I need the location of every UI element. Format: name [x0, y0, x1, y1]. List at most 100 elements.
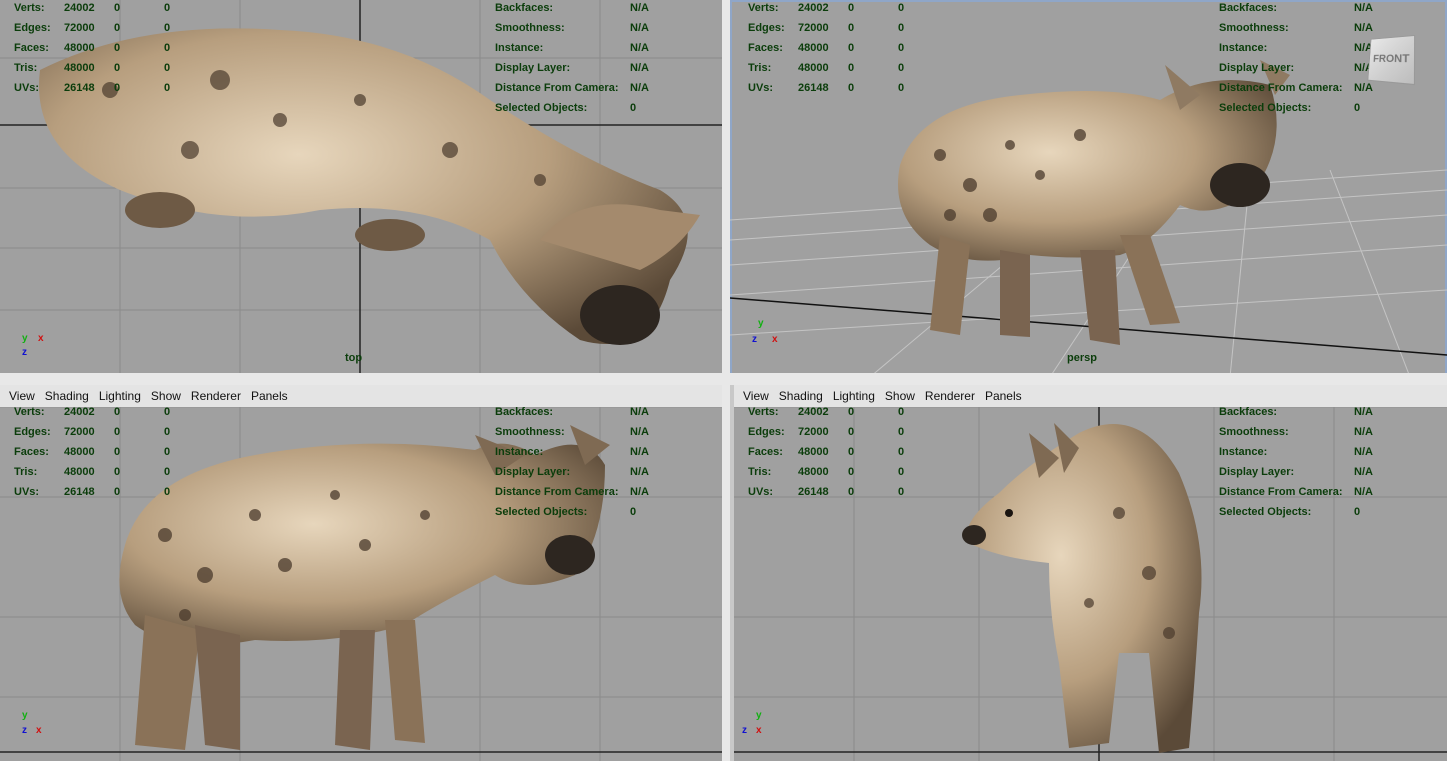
hud-value: 48000 — [64, 466, 95, 478]
hud-label: Faces: — [748, 42, 783, 54]
hud-value: 0 — [898, 62, 905, 74]
hud-value: N/A — [1354, 22, 1373, 34]
view-cube-icon[interactable]: FRONT — [1367, 34, 1416, 86]
hud-label: Faces: — [748, 446, 783, 458]
viewport-front[interactable]: View Shading Lighting Show Renderer Pane… — [734, 385, 1447, 761]
view-cube-label: FRONT — [1372, 52, 1410, 66]
hud-label: Edges: — [14, 22, 51, 34]
menu-lighting[interactable]: Lighting — [828, 389, 880, 403]
viewport-top[interactable]: Verts: 24002 0 0 Edges: 72000 0 0 Faces: 48000 0… — [0, 0, 722, 373]
hud-label: Instance: — [495, 42, 544, 54]
hud-value: 0 — [164, 486, 171, 498]
hud-value: 0 — [848, 2, 855, 14]
hud-value: 48000 — [798, 466, 829, 478]
hud-value: 24002 — [798, 406, 829, 418]
menu-shading[interactable]: Shading — [774, 389, 828, 403]
hud-value: 0 — [114, 42, 121, 54]
object-details-hud: Backfaces: N/A Smoothness: N/A Instance: N/… — [1219, 0, 1379, 118]
menu-show[interactable]: Show — [880, 389, 920, 403]
hud-label: Distance From Camera: — [495, 486, 619, 498]
panel-separator[interactable] — [0, 373, 1447, 385]
hud-value: 24002 — [64, 2, 95, 14]
hud-label: Smoothness: — [495, 22, 565, 34]
hud-value: 48000 — [798, 42, 829, 54]
hud-label: UVs: — [14, 82, 40, 94]
hud-label: Backfaces: — [1219, 406, 1278, 418]
hud-value: 0 — [898, 406, 905, 418]
axis-z-label: z — [742, 725, 747, 736]
hud-value: 0 — [114, 466, 121, 478]
menu-view[interactable]: View — [4, 389, 40, 403]
viewport-side[interactable]: View Shading Lighting Show Renderer Pane… — [0, 385, 722, 761]
menu-show[interactable]: Show — [146, 389, 186, 403]
axis-x-label: x — [38, 333, 44, 344]
hud-label: Instance: — [1219, 42, 1268, 54]
viewport-persp[interactable]: Verts: 24002 0 0 Edges: 72000 0 0 Faces: 48000 0… — [730, 0, 1447, 377]
hud-value: N/A — [630, 82, 649, 94]
hud-value: 0 — [898, 82, 905, 94]
hud-value: 0 — [848, 406, 855, 418]
hud-value: N/A — [630, 406, 649, 418]
menu-shading[interactable]: Shading — [40, 389, 94, 403]
hud-value: N/A — [1354, 486, 1373, 498]
axis-z-label: z — [22, 347, 27, 358]
hud-value: 0 — [164, 62, 171, 74]
hud-label: Display Layer: — [1219, 466, 1295, 478]
hud-value: N/A — [1354, 426, 1373, 438]
object-details-hud: Backfaces: N/A Smoothness: N/A Instance: N/… — [495, 0, 655, 118]
menu-lighting[interactable]: Lighting — [94, 389, 146, 403]
hud-value: 72000 — [798, 22, 829, 34]
hud-value: 0 — [164, 22, 171, 34]
menu-renderer[interactable]: Renderer — [920, 389, 980, 403]
hud-value: 72000 — [64, 426, 95, 438]
hud-value: 48000 — [798, 446, 829, 458]
hud-value: 0 — [1354, 102, 1361, 114]
hud-label: Backfaces: — [1219, 2, 1278, 14]
hud-label: Instance: — [495, 446, 544, 458]
hud-label: Faces: — [14, 42, 49, 54]
axis-y-label: y — [758, 318, 764, 329]
hud-label: Display Layer: — [1219, 62, 1295, 74]
menu-renderer[interactable]: Renderer — [186, 389, 246, 403]
axis-x-label: x — [36, 725, 42, 736]
hud-value: 0 — [164, 466, 171, 478]
hud-label: Tris: — [748, 62, 772, 74]
hud-label: UVs: — [748, 486, 774, 498]
hud-value: 0 — [848, 22, 855, 34]
hud-label: Distance From Camera: — [1219, 486, 1343, 498]
hud-value: 0 — [898, 42, 905, 54]
hud-value: 0 — [848, 82, 855, 94]
axis-y-label: y — [22, 710, 28, 721]
hyena-model-front[interactable] — [959, 413, 1209, 758]
hud-label: Faces: — [14, 446, 49, 458]
hud-value: N/A — [630, 2, 649, 14]
hud-value: 26148 — [64, 82, 95, 94]
hud-value: 0 — [114, 426, 121, 438]
hud-label: Edges: — [748, 22, 785, 34]
hud-value: 0 — [848, 426, 855, 438]
hud-value: 0 — [164, 406, 171, 418]
hud-value: 0 — [630, 102, 637, 114]
axis-indicator-icon: y z x — [752, 318, 792, 348]
hud-value: 0 — [114, 22, 121, 34]
hud-label: Selected Objects: — [495, 506, 588, 518]
hud-label: Verts: — [14, 2, 45, 14]
hud-value: 0 — [164, 42, 171, 54]
menu-panels[interactable]: Panels — [246, 389, 293, 403]
hud-value: 72000 — [798, 426, 829, 438]
hud-value: 0 — [114, 446, 121, 458]
hud-value: 0 — [114, 62, 121, 74]
hud-value: 26148 — [798, 486, 829, 498]
hud-label: Display Layer: — [495, 466, 571, 478]
menu-view[interactable]: View — [738, 389, 774, 403]
hud-value: 0 — [848, 466, 855, 478]
poly-count-hud: Verts: 24002 0 0 Edges: 72000 0 0 Faces: 48000 0… — [748, 0, 918, 98]
hud-value: 0 — [898, 486, 905, 498]
menu-panels[interactable]: Panels — [980, 389, 1027, 403]
hud-value: 0 — [114, 82, 121, 94]
hud-value: N/A — [630, 466, 649, 478]
hud-label: Selected Objects: — [1219, 102, 1312, 114]
hud-value: N/A — [630, 486, 649, 498]
axis-indicator-icon: y x z — [18, 333, 58, 363]
axis-z-label: z — [22, 725, 27, 736]
